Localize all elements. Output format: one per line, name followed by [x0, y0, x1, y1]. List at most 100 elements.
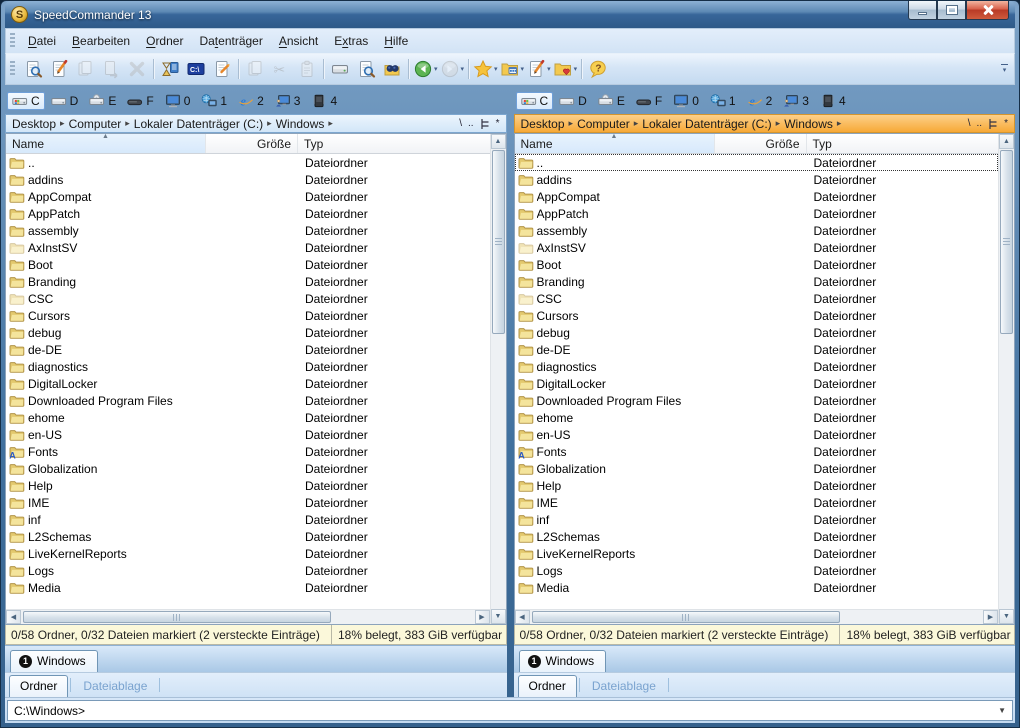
drive-button-0[interactable]: 0: [160, 92, 196, 110]
panel-tab-dateiablage[interactable]: Dateiablage: [73, 676, 157, 697]
forward-button[interactable]: ▾: [439, 56, 466, 82]
file-row[interactable]: BrandingDateiordner: [6, 273, 490, 290]
file-row[interactable]: IMEDateiordner: [515, 494, 999, 511]
command-prompt-button[interactable]: C:\: [183, 56, 209, 82]
drive-button-0[interactable]: 0: [668, 92, 704, 110]
file-row[interactable]: Downloaded Program FilesDateiordner: [515, 392, 999, 409]
menu-item-datenträger[interactable]: Datenträger: [191, 30, 270, 52]
menu-item-ansicht[interactable]: Ansicht: [271, 30, 326, 52]
folder-tree-button[interactable]: [988, 118, 998, 130]
horizontal-scroll-thumb[interactable]: [23, 611, 331, 623]
breadcrumb-item[interactable]: Computer: [574, 116, 633, 132]
file-row[interactable]: GlobalizationDateiordner: [6, 460, 490, 477]
horizontal-scroll-thumb[interactable]: [532, 611, 840, 623]
file-row[interactable]: AxInstSVDateiordner: [515, 239, 999, 256]
delete-button[interactable]: [124, 56, 150, 82]
drive-button-4[interactable]: 4: [815, 92, 851, 110]
drive-button-1[interactable]: 1: [196, 92, 232, 110]
file-row[interactable]: CSCDateiordner: [6, 290, 490, 307]
breadcrumb-item[interactable]: Desktop: [518, 116, 568, 132]
file-row[interactable]: infDateiordner: [6, 511, 490, 528]
file-row[interactable]: BrandingDateiordner: [515, 273, 999, 290]
vertical-scrollbar[interactable]: ▲▼: [998, 134, 1014, 624]
file-row[interactable]: CursorsDateiordner: [6, 307, 490, 324]
file-row[interactable]: MediaDateiordner: [515, 579, 999, 596]
cut-button[interactable]: ✂: [268, 56, 294, 82]
dropdown-arrow-icon[interactable]: ▾: [434, 65, 438, 73]
dropdown-arrow-icon[interactable]: ▾: [461, 65, 465, 73]
horizontal-scroll-track[interactable]: [21, 610, 475, 624]
drive-button-3[interactable]: 3: [778, 92, 814, 110]
command-history-dropdown-icon[interactable]: ▼: [998, 706, 1006, 715]
edit-comment-button[interactable]: ▾: [525, 56, 552, 82]
favorites-button[interactable]: ▾: [472, 56, 499, 82]
file-row[interactable]: MediaDateiordner: [6, 579, 490, 596]
file-row[interactable]: addinsDateiordner: [6, 171, 490, 188]
breadcrumb-item[interactable]: Desktop: [9, 116, 59, 132]
file-row[interactable]: AppPatchDateiordner: [515, 205, 999, 222]
drive-button-e[interactable]: E: [593, 92, 630, 110]
scroll-up-button[interactable]: ▲: [491, 134, 506, 149]
drive-button-c[interactable]: C: [516, 92, 554, 110]
column-header-type[interactable]: Typ: [807, 134, 999, 153]
file-row[interactable]: AppPatchDateiordner: [6, 205, 490, 222]
file-row[interactable]: DigitalLockerDateiordner: [515, 375, 999, 392]
column-header-size[interactable]: Größe: [206, 134, 298, 153]
file-row[interactable]: L2SchemasDateiordner: [6, 528, 490, 545]
file-row[interactable]: DigitalLockerDateiordner: [6, 375, 490, 392]
file-row[interactable]: diagnosticsDateiordner: [515, 358, 999, 375]
quick-view-button[interactable]: [20, 56, 46, 82]
filter-button[interactable]: *: [496, 118, 500, 129]
column-header-name[interactable]: ▲Name: [6, 134, 206, 153]
menu-item-datei[interactable]: Datei: [20, 30, 64, 52]
back-button[interactable]: ▾: [412, 56, 439, 82]
folder-history-button[interactable]: [157, 56, 183, 82]
file-row[interactable]: AFontsDateiordner: [515, 443, 999, 460]
file-row[interactable]: AppCompatDateiordner: [6, 188, 490, 205]
dropdown-arrow-icon[interactable]: ▾: [574, 65, 578, 73]
horizontal-scroll-track[interactable]: [530, 610, 984, 624]
file-row[interactable]: LiveKernelReportsDateiordner: [6, 545, 490, 562]
file-row[interactable]: LogsDateiordner: [515, 562, 999, 579]
vertical-scrollbar[interactable]: ▲▼: [490, 134, 506, 624]
file-row[interactable]: HelpDateiordner: [515, 477, 999, 494]
file-row[interactable]: assemblyDateiordner: [6, 222, 490, 239]
drive-button-e[interactable]: E: [84, 92, 121, 110]
scroll-up-button[interactable]: ▲: [999, 134, 1014, 149]
horizontal-scrollbar[interactable]: ◀▶: [515, 609, 999, 624]
file-row[interactable]: infDateiordner: [515, 511, 999, 528]
menu-item-extras[interactable]: Extras: [326, 30, 376, 52]
paste-button[interactable]: [294, 56, 320, 82]
menu-item-ordner[interactable]: Ordner: [138, 30, 191, 52]
file-row[interactable]: ehomeDateiordner: [515, 409, 999, 426]
panel-tab-dateiablage[interactable]: Dateiablage: [582, 676, 666, 697]
goto-parent-button[interactable]: ..: [977, 118, 983, 129]
file-row[interactable]: BootDateiordner: [6, 256, 490, 273]
command-line-input[interactable]: C:\Windows> ▼: [7, 700, 1013, 721]
drive-button-2[interactable]: e2: [742, 92, 778, 110]
favorite-folders-button[interactable]: ▾: [552, 56, 579, 82]
menu-grip[interactable]: [10, 33, 15, 49]
drive-button-d[interactable]: D: [554, 92, 592, 110]
file-row[interactable]: diagnosticsDateiordner: [6, 358, 490, 375]
scroll-down-button[interactable]: ▼: [491, 609, 506, 624]
move-to-folder-button[interactable]: [98, 56, 124, 82]
file-row[interactable]: assemblyDateiordner: [515, 222, 999, 239]
scroll-left-button[interactable]: ◀: [6, 610, 21, 624]
file-row[interactable]: CursorsDateiordner: [515, 307, 999, 324]
folder-tab-windows[interactable]: 1Windows: [10, 650, 98, 672]
breadcrumb-item[interactable]: Windows: [781, 116, 836, 132]
drive-button-4[interactable]: 4: [306, 92, 342, 110]
drive-button-d[interactable]: D: [46, 92, 84, 110]
breadcrumb-arrow-icon[interactable]: ▸: [327, 118, 334, 129]
breadcrumb-arrow-icon[interactable]: ▸: [836, 118, 843, 129]
column-header-size[interactable]: Größe: [715, 134, 807, 153]
horizontal-scrollbar[interactable]: ◀▶: [6, 609, 490, 624]
search-files-button[interactable]: [353, 56, 379, 82]
menu-item-bearbeiten[interactable]: Bearbeiten: [64, 30, 138, 52]
file-row[interactable]: ehomeDateiordner: [6, 409, 490, 426]
copy-to-folder-button[interactable]: [72, 56, 98, 82]
drive-button-f[interactable]: F: [631, 92, 667, 110]
file-row[interactable]: ..Dateiordner: [6, 154, 490, 171]
drive-button-2[interactable]: e2: [233, 92, 269, 110]
